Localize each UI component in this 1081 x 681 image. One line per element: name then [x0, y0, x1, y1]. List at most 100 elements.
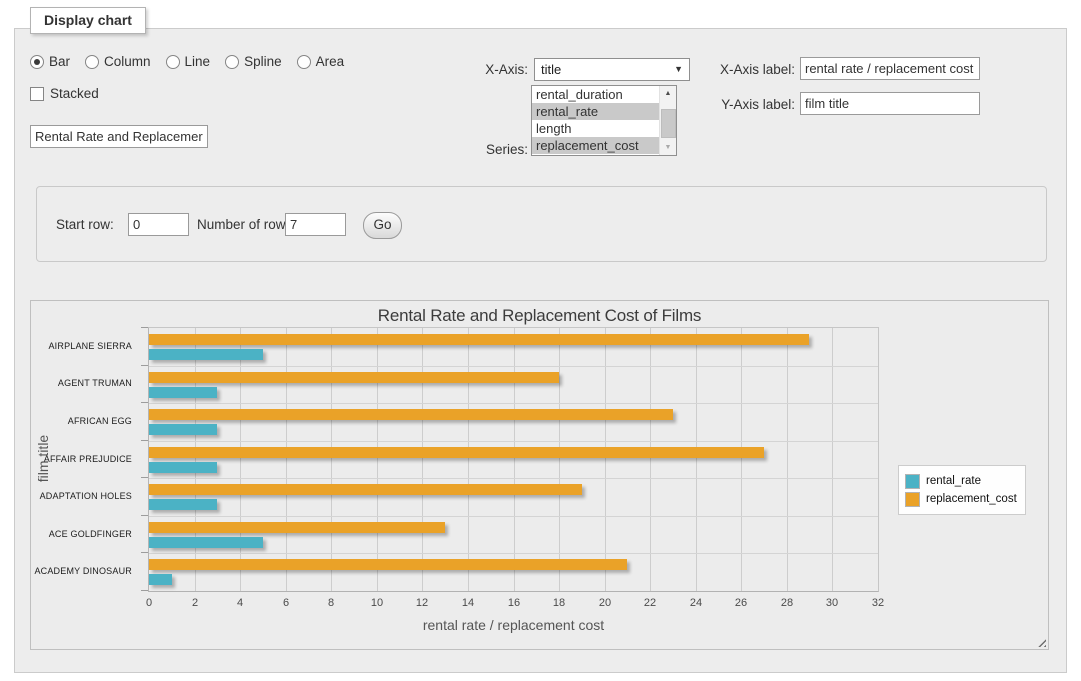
chart-plot-area	[148, 327, 879, 592]
x-tick-label: 26	[721, 597, 761, 609]
radio-option-spline[interactable]: Spline	[225, 54, 282, 69]
checkbox-icon[interactable]	[30, 87, 44, 101]
display-chart-panel: Bar Column Line Spline Area Stacked X-Ax…	[14, 28, 1067, 673]
legend-swatch	[905, 492, 920, 507]
y-tick-mark	[141, 440, 148, 441]
gridline-horizontal	[149, 553, 878, 554]
x-axis-label-input[interactable]	[800, 57, 980, 80]
x-tick-label: 32	[858, 597, 898, 609]
rows-controls-panel: Start row: Number of rows: Go	[36, 186, 1047, 262]
bar-replacement_cost[interactable]	[149, 372, 559, 383]
start-row-input[interactable]	[128, 213, 189, 236]
legend-label: rental_rate	[926, 475, 981, 487]
gridline-vertical	[331, 328, 332, 591]
x-tick-label: 16	[494, 597, 534, 609]
bar-rental_rate[interactable]	[149, 424, 217, 435]
x-axis-selected-value: title	[541, 62, 561, 77]
x-tick-label: 4	[220, 597, 260, 609]
bar-replacement_cost[interactable]	[149, 484, 582, 495]
num-rows-input[interactable]	[285, 213, 346, 236]
series-listbox[interactable]: rental_duration rental_rate length repla…	[531, 85, 677, 156]
gridline-horizontal	[149, 516, 878, 517]
num-rows-label: Number of rows:	[197, 213, 296, 236]
radio-icon[interactable]	[166, 55, 180, 69]
series-list-label: Series:	[395, 142, 528, 157]
y-tick-mark	[141, 552, 148, 553]
go-button[interactable]: Go	[363, 212, 402, 239]
chart-title-input[interactable]	[30, 125, 208, 148]
legend-label: replacement_cost	[926, 493, 1017, 505]
y-tick-mark	[141, 590, 148, 591]
radio-option-bar[interactable]: Bar	[30, 54, 70, 69]
x-tick-label: 20	[585, 597, 625, 609]
x-tick-label: 0	[129, 597, 169, 609]
gridline-vertical	[696, 328, 697, 591]
radio-icon[interactable]	[297, 55, 311, 69]
bar-replacement_cost[interactable]	[149, 447, 764, 458]
x-tick-label: 18	[539, 597, 579, 609]
bar-replacement_cost[interactable]	[149, 522, 445, 533]
gridline-horizontal	[149, 403, 878, 404]
bar-rental_rate[interactable]	[149, 462, 217, 473]
y-tick-mark	[141, 365, 148, 366]
x-tick-label: 12	[402, 597, 442, 609]
x-tick-label: 2	[175, 597, 215, 609]
panel-title: Display chart	[30, 7, 146, 34]
chart-title: Rental Rate and Replacement Cost of Film…	[31, 306, 1048, 326]
bar-rental_rate[interactable]	[149, 387, 217, 398]
series-option-length[interactable]: length	[532, 120, 676, 137]
gridline-vertical	[422, 328, 423, 591]
gridline-vertical	[468, 328, 469, 591]
x-tick-label: 14	[448, 597, 488, 609]
radio-icon[interactable]	[225, 55, 239, 69]
y-tick-mark	[141, 515, 148, 516]
y-axis-title: film title	[35, 327, 51, 590]
x-tick-label: 28	[767, 597, 807, 609]
bar-rental_rate[interactable]	[149, 499, 217, 510]
series-option-replacement-cost[interactable]: replacement_cost	[532, 137, 676, 154]
gridline-horizontal	[149, 478, 878, 479]
bar-rental_rate[interactable]	[149, 349, 263, 360]
radio-icon[interactable]	[85, 55, 99, 69]
radio-option-column[interactable]: Column	[85, 54, 151, 69]
gridline-vertical	[741, 328, 742, 591]
bar-rental_rate[interactable]	[149, 537, 263, 548]
x-tick-label: 10	[357, 597, 397, 609]
gridline-vertical	[514, 328, 515, 591]
gridline-vertical	[240, 328, 241, 591]
gridline-vertical	[286, 328, 287, 591]
chart-legend: rental_rate replacement_cost	[898, 465, 1026, 515]
legend-item: replacement_cost	[905, 491, 1017, 507]
gridline-vertical	[832, 328, 833, 591]
y-axis-label-input[interactable]	[800, 92, 980, 115]
y-tick-mark	[141, 402, 148, 403]
gridline-vertical	[787, 328, 788, 591]
gridline-horizontal	[149, 366, 878, 367]
radio-icon[interactable]	[30, 55, 44, 69]
y-tick-mark	[141, 477, 148, 478]
bar-replacement_cost[interactable]	[149, 334, 809, 345]
start-row-label: Start row:	[56, 213, 114, 236]
x-tick-label: 30	[812, 597, 852, 609]
x-tick-label: 24	[676, 597, 716, 609]
chart: Rental Rate and Replacement Cost of Film…	[30, 300, 1049, 650]
bar-replacement_cost[interactable]	[149, 409, 673, 420]
x-axis-title: rental rate / replacement cost	[149, 617, 878, 633]
radio-option-area[interactable]: Area	[297, 54, 345, 69]
radio-option-line[interactable]: Line	[166, 54, 211, 69]
bar-rental_rate[interactable]	[149, 574, 172, 585]
radio-label-spline: Spline	[244, 54, 282, 69]
gridline-vertical	[377, 328, 378, 591]
gridline-vertical	[650, 328, 651, 591]
x-tick-label: 22	[630, 597, 670, 609]
radio-label-area: Area	[316, 54, 345, 69]
x-axis-tick-labels: 02468101214161820222426283032	[149, 597, 878, 611]
x-tick-label: 6	[266, 597, 306, 609]
scrollbar-thumb[interactable]	[661, 109, 676, 138]
bar-replacement_cost[interactable]	[149, 559, 627, 570]
stacked-checkbox[interactable]: Stacked	[30, 86, 99, 101]
resize-grip-icon[interactable]	[1035, 636, 1046, 647]
chart-type-radio-group: Bar Column Line Spline Area	[30, 54, 344, 69]
legend-swatch	[905, 474, 920, 489]
scroll-down-icon[interactable]: ▼	[660, 140, 676, 155]
